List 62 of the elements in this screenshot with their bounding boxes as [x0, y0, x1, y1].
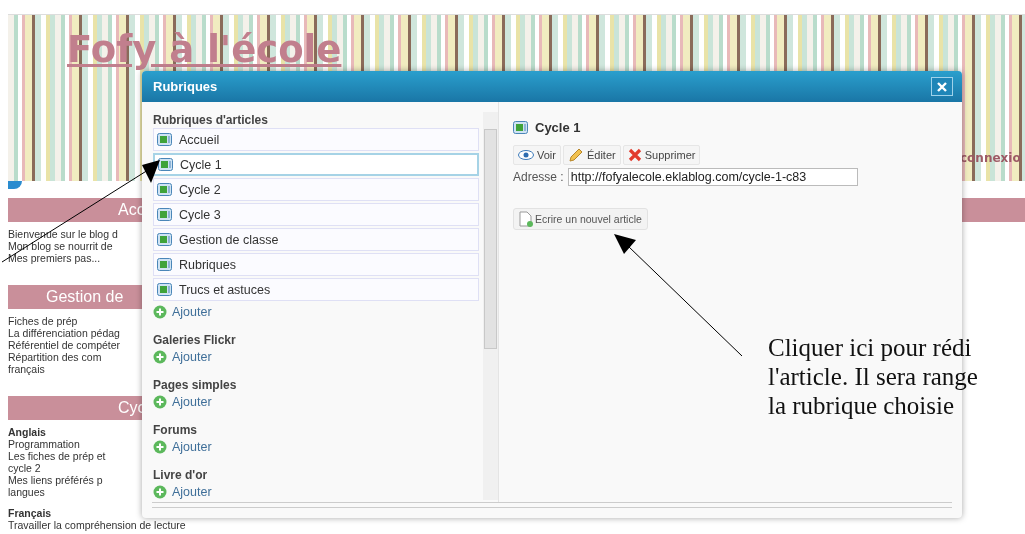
add-link[interactable]: Ajouter	[153, 483, 212, 500]
category-icon	[157, 182, 173, 197]
category-icon	[157, 207, 173, 222]
edit-button[interactable]: Éditer	[562, 145, 621, 165]
sidebar-link[interactable]: français	[8, 363, 45, 375]
sidebar-link[interactable]: langues	[8, 486, 45, 498]
category-icon	[157, 257, 173, 272]
sidebar-link[interactable]: Mes liens préférés p	[8, 474, 103, 486]
add-icon	[153, 349, 167, 364]
sidebar-link[interactable]: Référentiel de compéter	[8, 339, 121, 351]
close-button[interactable]	[931, 77, 953, 96]
category-icon	[157, 232, 173, 247]
sidebar-heading: Gestion de	[8, 285, 142, 309]
add-icon	[153, 439, 167, 454]
category-icon	[157, 132, 173, 147]
sidebar-link[interactable]: Mes premiers pas...	[8, 252, 101, 264]
address-field[interactable]: http://fofyalecole.eklablog.com/cycle-1-c83	[567, 168, 858, 186]
category-title: Cycle 1	[535, 120, 581, 135]
sidebar-link[interactable]: Anglais	[8, 426, 46, 438]
category-item[interactable]: Gestion de classe	[153, 228, 479, 251]
annotation-text: Cliquer ici pour rédi l'article. Il sera range la rubrique choisie	[768, 334, 978, 421]
eye-icon	[518, 150, 534, 160]
category-item[interactable]: Cycle 3	[153, 203, 479, 226]
add-icon	[153, 304, 167, 319]
category-item[interactable]: Cycle 2	[153, 178, 479, 201]
delete-icon	[627, 148, 642, 162]
sidebar-link[interactable]: Mon blog se nourrit de	[8, 240, 113, 252]
group-heading: Rubriques d'articles	[153, 112, 269, 128]
sidebar-link[interactable]: Programmation	[8, 438, 80, 450]
sidebar-link[interactable]: cycle 2	[8, 462, 41, 474]
group-heading: Galeries Flickr	[153, 332, 237, 348]
sidebar-link[interactable]: Travailler la compréhension de lecture	[8, 519, 186, 531]
add-link[interactable]: Ajouter	[153, 393, 212, 410]
group-heading: Pages simples	[153, 377, 238, 393]
category-item[interactable]: Rubriques	[153, 253, 479, 276]
sidebar-link[interactable]: La différenciation pédag	[8, 327, 120, 339]
scrollbar[interactable]	[483, 112, 498, 500]
view-button[interactable]: Voir	[513, 145, 561, 165]
add-icon	[153, 394, 167, 409]
delete-button[interactable]: Supprimer	[622, 145, 701, 165]
group-heading: Livre d'or	[153, 467, 209, 483]
add-link[interactable]: Ajouter	[153, 348, 212, 365]
address-label: Adresse :	[513, 170, 564, 184]
add-link[interactable]: Ajouter	[153, 438, 212, 455]
category-icon	[513, 120, 529, 135]
sidebar-link[interactable]: Répartition des com	[8, 351, 102, 363]
add-icon	[153, 484, 167, 499]
new-document-icon	[519, 211, 533, 227]
category-icon	[157, 282, 173, 297]
pencil-icon	[567, 147, 584, 163]
close-icon	[936, 80, 948, 93]
category-item[interactable]: Cycle 1	[153, 153, 479, 176]
category-item[interactable]: Trucs et astuces	[153, 278, 479, 301]
add-link[interactable]: Ajouter	[153, 303, 212, 320]
sidebar-link[interactable]: Français	[8, 507, 52, 519]
new-article-button[interactable]: Ecrire un nouvel article	[513, 208, 648, 230]
sidebar-link[interactable]: Fiches de prép	[8, 315, 78, 327]
sidebar-link[interactable]: Les fiches de prép et	[8, 450, 106, 462]
group-heading: Forums	[153, 422, 198, 438]
category-icon	[158, 157, 174, 172]
dialog-title: Rubriques	[153, 79, 218, 94]
category-item[interactable]: Accueil	[153, 128, 479, 151]
